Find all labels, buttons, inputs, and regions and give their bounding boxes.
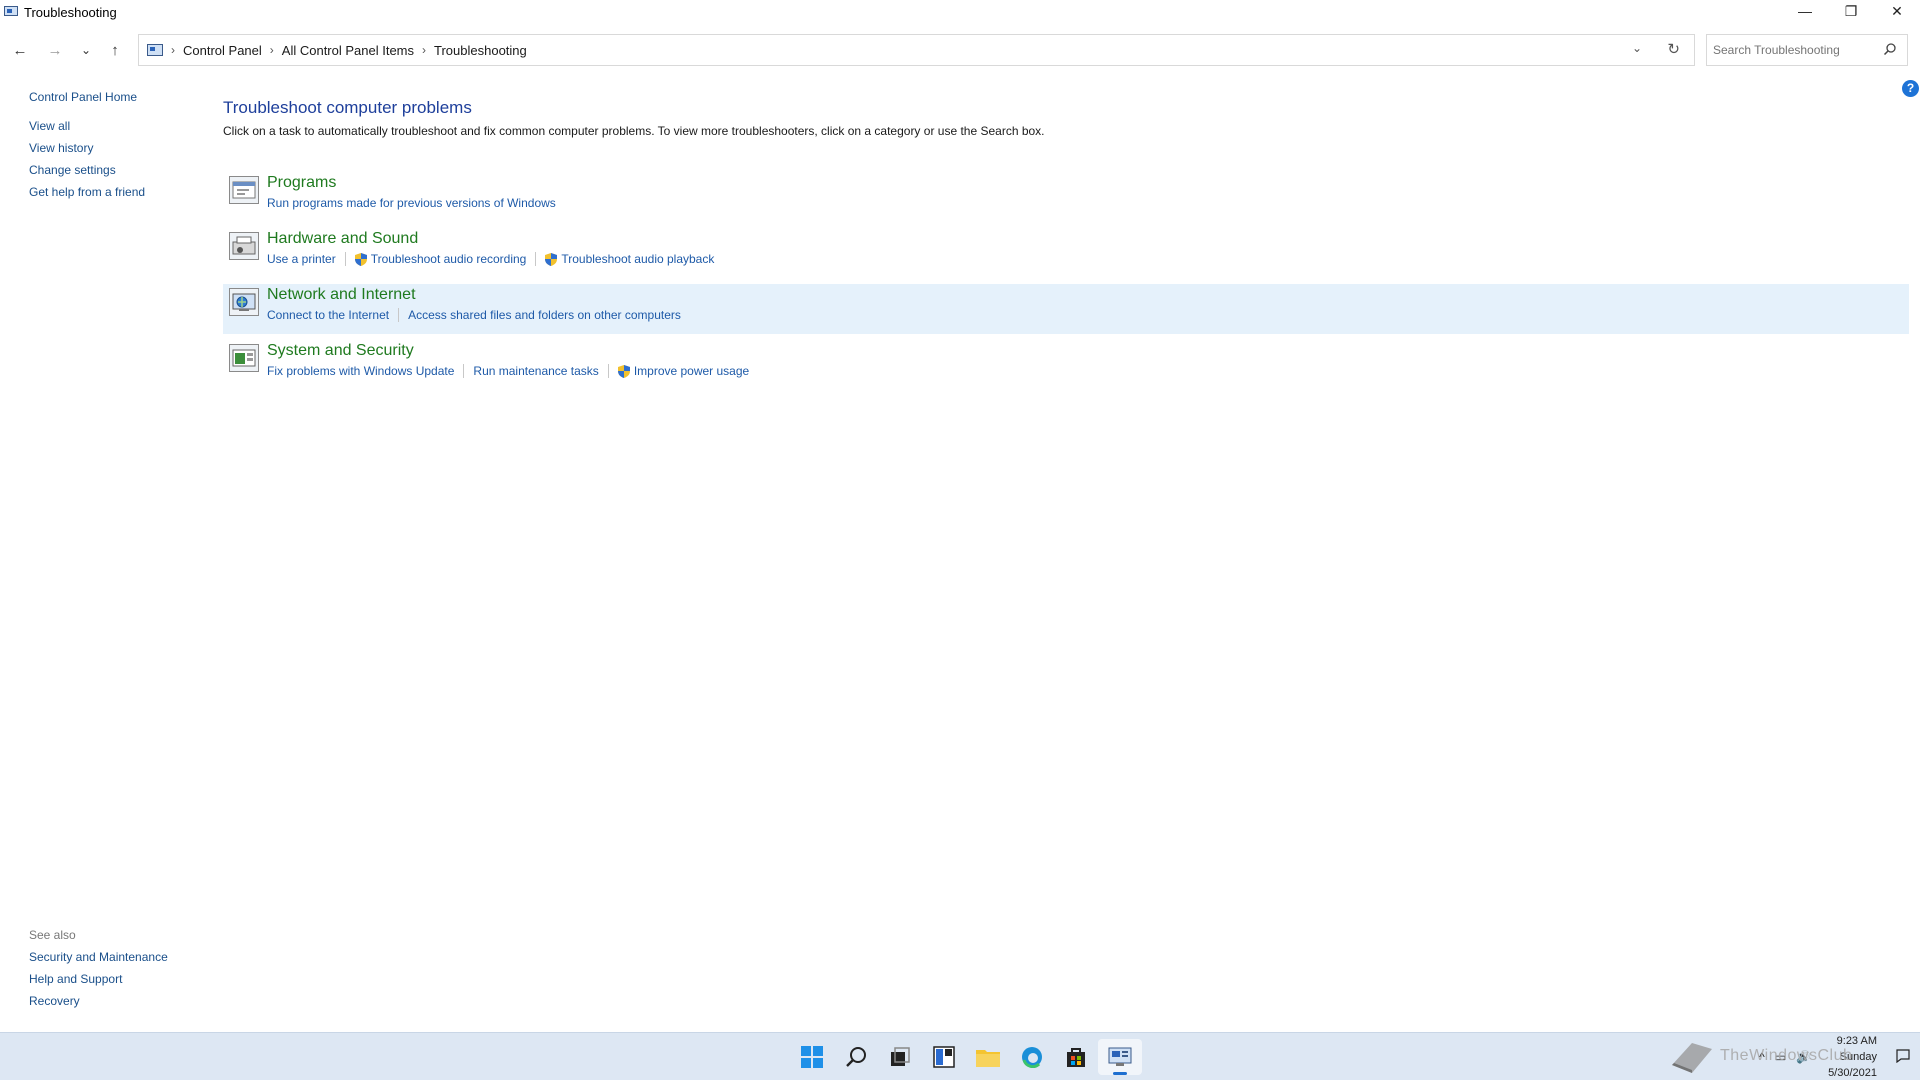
get-help-from-friend-link[interactable]: Get help from a friend — [29, 185, 145, 199]
recovery-link[interactable]: Recovery — [29, 994, 168, 1008]
view-all-link[interactable]: View all — [29, 119, 145, 133]
navigation-bar: ← → ⌄ ↑ › Control Panel › All Control Pa… — [0, 34, 1920, 66]
task-link[interactable]: Troubleshoot audio playback — [561, 252, 714, 266]
category-links: Use a printer Troubleshoot audio recordi… — [267, 252, 714, 266]
window-title: Troubleshooting — [24, 4, 117, 20]
link-divider — [344, 252, 346, 266]
search-icon[interactable] — [834, 1039, 878, 1075]
page-description: Click on a task to automatically trouble… — [223, 124, 1045, 138]
link-divider — [463, 364, 465, 378]
task-link[interactable]: Connect to the Internet — [267, 308, 389, 322]
forward-button[interactable]: → — [43, 38, 67, 62]
category-title[interactable]: Hardware and Sound — [267, 230, 418, 248]
system-security-icon[interactable] — [229, 344, 259, 372]
watermark-text: TheWindowsClub — [1720, 1047, 1853, 1064]
search-icon[interactable] — [1883, 42, 1897, 56]
view-history-link[interactable]: View history — [29, 141, 145, 155]
task-link[interactable]: Run maintenance tasks — [473, 364, 598, 378]
store-icon[interactable] — [1054, 1039, 1098, 1075]
notifications-icon[interactable] — [1896, 1048, 1910, 1066]
shield-icon — [354, 252, 367, 266]
category-links: Fix problems with Windows Update Run mai… — [267, 364, 749, 378]
shield-icon — [545, 252, 558, 266]
minimize-button[interactable]: — — [1782, 0, 1828, 22]
window-controls: — ❐ ✕ — [1782, 0, 1920, 24]
page-title: Troubleshoot computer problems — [223, 98, 472, 117]
link-divider — [535, 252, 537, 266]
category-links: Connect to the Internet Access shared fi… — [267, 308, 681, 322]
programs-icon[interactable] — [229, 176, 259, 204]
search-input[interactable] — [1713, 43, 1873, 57]
refresh-icon[interactable]: ↻ — [1667, 40, 1680, 58]
file-explorer-icon[interactable] — [966, 1039, 1010, 1075]
task-link[interactable]: Run programs made for previous versions … — [267, 196, 556, 210]
category-programs: Programs Run programs made for previous … — [223, 172, 1909, 222]
breadcrumb-separator[interactable]: › — [422, 43, 426, 57]
task-link[interactable]: Improve power usage — [634, 364, 749, 378]
search-box[interactable] — [1706, 34, 1908, 66]
category-links: Run programs made for previous versions … — [267, 196, 556, 210]
network-internet-icon[interactable] — [229, 288, 259, 316]
help-icon[interactable]: ? — [1902, 80, 1919, 97]
taskbar: ^ ▭ 🔊 9:23 AM Sunday 5/30/2021 — [0, 1032, 1920, 1080]
widgets-icon[interactable] — [922, 1039, 966, 1075]
breadcrumb-separator[interactable]: › — [270, 43, 274, 57]
task-link[interactable]: Access shared files and folders on other… — [408, 308, 681, 322]
see-also-header: See also — [29, 928, 76, 942]
restore-button[interactable]: ❐ — [1828, 0, 1874, 22]
book-logo-icon — [1672, 1043, 1712, 1073]
close-button[interactable]: ✕ — [1874, 0, 1920, 22]
task-link[interactable]: Fix problems with Windows Update — [267, 364, 454, 378]
control-panel-icon — [4, 6, 18, 18]
breadcrumb-separator[interactable]: › — [171, 43, 175, 57]
category-network-and-internet[interactable]: Network and Internet Connect to the Inte… — [223, 284, 1909, 334]
hardware-sound-icon[interactable] — [229, 232, 259, 260]
edge-icon[interactable] — [1010, 1039, 1054, 1075]
breadcrumb-control-panel[interactable]: Control Panel — [183, 43, 262, 58]
task-view-icon[interactable] — [878, 1039, 922, 1075]
control-panel-icon[interactable] — [1098, 1039, 1142, 1075]
category-title[interactable]: System and Security — [267, 342, 414, 360]
breadcrumb-all-items[interactable]: All Control Panel Items — [282, 43, 414, 58]
security-maintenance-link[interactable]: Security and Maintenance — [29, 950, 168, 964]
up-button[interactable]: ↑ — [103, 38, 127, 62]
breadcrumb-troubleshooting[interactable]: Troubleshooting — [434, 43, 527, 58]
category-title[interactable]: Programs — [267, 174, 336, 192]
left-pane: Control Panel Home View all View history… — [29, 90, 145, 199]
category-system-and-security: System and Security Fix problems with Wi… — [223, 340, 1909, 390]
recent-locations-button[interactable]: ⌄ — [74, 38, 98, 62]
control-panel-icon — [147, 44, 163, 56]
category-hardware-and-sound: Hardware and Sound Use a printer Trouble… — [223, 228, 1909, 278]
help-support-link[interactable]: Help and Support — [29, 972, 168, 986]
control-panel-home-link[interactable]: Control Panel Home — [29, 90, 145, 104]
change-settings-link[interactable]: Change settings — [29, 163, 145, 177]
back-button[interactable]: ← — [8, 38, 32, 62]
task-link[interactable]: Use a printer — [267, 252, 336, 266]
title-bar: Troubleshooting — ❐ ✕ — [0, 0, 1920, 24]
see-also-section: See also Security and Maintenance Help a… — [29, 928, 168, 1016]
task-link[interactable]: Troubleshoot audio recording — [371, 252, 527, 266]
address-bar[interactable]: › Control Panel › All Control Panel Item… — [138, 34, 1695, 66]
start-icon[interactable] — [790, 1039, 834, 1075]
address-dropdown-icon[interactable]: ⌄ — [1632, 41, 1642, 55]
category-title[interactable]: Network and Internet — [267, 286, 416, 304]
taskbar-apps — [790, 1039, 1142, 1075]
link-divider — [607, 364, 609, 378]
link-divider — [398, 308, 400, 322]
watermark: TheWindowsClub — [1668, 1032, 1898, 1080]
shield-icon — [617, 364, 630, 378]
